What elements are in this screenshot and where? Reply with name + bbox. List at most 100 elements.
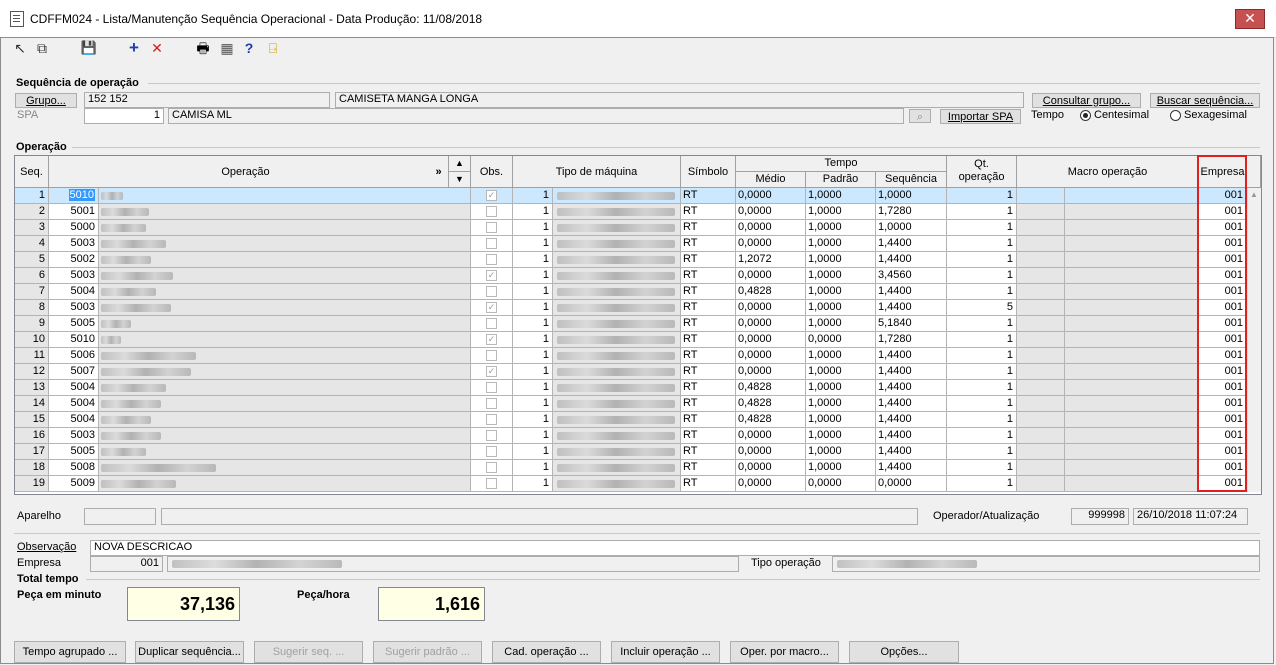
obs-cell[interactable] [471,284,513,300]
header-macro-operacao[interactable]: Macro operação [1017,156,1199,188]
macro-description-cell[interactable] [1065,332,1199,348]
tipo-maquina-description-cell[interactable] [553,428,681,444]
qt-operacao-cell[interactable]: 1 [947,412,1017,428]
operacao-description-cell[interactable] [99,380,471,396]
medio-cell[interactable]: 0,4828 [736,412,806,428]
buscar-sequencia-button[interactable]: Buscar sequência... [1150,93,1260,108]
macro-description-cell[interactable] [1065,316,1199,332]
medio-cell[interactable]: 0,0000 [736,268,806,284]
grid-vertical-scrollbar[interactable]: ▲ [1247,188,1261,492]
padrao-cell[interactable]: 0,0000 [806,332,876,348]
operacao-code-cell[interactable]: 5010 [49,188,99,204]
help-icon[interactable]: ? [242,40,256,56]
tipo-maquina-code-cell[interactable]: 1 [513,364,553,380]
tipo-maquina-description-cell[interactable] [553,476,681,492]
obs-checkbox[interactable] [486,286,497,297]
obs-checkbox[interactable] [486,446,497,457]
table-row[interactable]: 10 5010 ✓ 1 RT 0,0000 0,0000 1,7280 1 00… [15,332,1261,348]
obs-cell[interactable]: ✓ [471,188,513,204]
sexagesimal-radio[interactable] [1170,110,1181,121]
simbolo-cell[interactable]: RT [681,396,736,412]
obs-cell[interactable] [471,348,513,364]
obs-cell[interactable] [471,236,513,252]
operacao-code-cell[interactable]: 5004 [49,412,99,428]
qt-operacao-cell[interactable]: 1 [947,188,1017,204]
header-tipo-maquina[interactable]: Tipo de máquina [513,156,681,188]
operacao-description-cell[interactable] [99,316,471,332]
importar-spa-button[interactable]: Importar SPA [940,109,1021,124]
simbolo-cell[interactable]: RT [681,444,736,460]
scroll-up-icon[interactable]: ▲ [1250,190,1258,199]
qt-operacao-cell[interactable]: 5 [947,300,1017,316]
bottom-button-3[interactable]: Sugerir padrão ... [373,641,482,663]
macro-description-cell[interactable] [1065,188,1199,204]
sequencia-cell[interactable]: 1,4400 [876,348,947,364]
padrao-cell[interactable]: 1,0000 [806,316,876,332]
obs-cell[interactable] [471,396,513,412]
macro-description-cell[interactable] [1065,284,1199,300]
qt-operacao-cell[interactable]: 1 [947,284,1017,300]
macro-code-cell[interactable] [1017,460,1065,476]
calculator-icon[interactable]: ▦ [219,40,235,56]
tipo-maquina-code-cell[interactable]: 1 [513,236,553,252]
sequencia-cell[interactable]: 1,4400 [876,236,947,252]
tipo-maquina-description-cell[interactable] [553,412,681,428]
table-row[interactable]: 8 5003 ✓ 1 RT 0,0000 1,0000 1,4400 5 001 [15,300,1261,316]
bottom-button-0[interactable]: Tempo agrupado ... [14,641,126,663]
header-operacao[interactable]: Operação [49,156,443,188]
export-icon[interactable]: ↖ [12,40,28,56]
operacao-description-cell[interactable] [99,444,471,460]
macro-description-cell[interactable] [1065,348,1199,364]
table-row[interactable]: 19 5009 1 RT 0,0000 0,0000 0,0000 1 001 [15,476,1261,492]
table-row[interactable]: 3 5000 1 RT 0,0000 1,0000 1,0000 1 001 [15,220,1261,236]
tipo-maquina-code-cell[interactable]: 1 [513,204,553,220]
tipo-maquina-description-cell[interactable] [553,204,681,220]
seq-cell[interactable]: 4 [15,236,49,252]
padrao-cell[interactable]: 1,0000 [806,380,876,396]
add-icon[interactable]: + [126,39,142,56]
tipo-maquina-code-cell[interactable]: 1 [513,412,553,428]
tipo-maquina-code-cell[interactable]: 1 [513,428,553,444]
obs-cell[interactable] [471,220,513,236]
operacao-code-cell[interactable]: 5003 [49,236,99,252]
bottom-button-1[interactable]: Duplicar sequência... [135,641,244,663]
operacao-code-cell[interactable]: 5003 [49,300,99,316]
macro-code-cell[interactable] [1017,204,1065,220]
medio-cell[interactable]: 0,0000 [736,476,806,492]
qt-operacao-cell[interactable]: 1 [947,444,1017,460]
macro-code-cell[interactable] [1017,332,1065,348]
simbolo-cell[interactable]: RT [681,332,736,348]
table-row[interactable]: 14 5004 1 RT 0,4828 1,0000 1,4400 1 001 [15,396,1261,412]
padrao-cell[interactable]: 1,0000 [806,412,876,428]
tipo-maquina-code-cell[interactable]: 1 [513,332,553,348]
medio-cell[interactable]: 0,0000 [736,204,806,220]
padrao-cell[interactable]: 1,0000 [806,252,876,268]
bottom-button-7[interactable]: Opções... [849,641,959,663]
sequencia-cell[interactable]: 1,4400 [876,396,947,412]
simbolo-cell[interactable]: RT [681,348,736,364]
tipo-maquina-description-cell[interactable] [553,460,681,476]
qt-operacao-cell[interactable]: 1 [947,268,1017,284]
simbolo-cell[interactable]: RT [681,316,736,332]
operacao-description-cell[interactable] [99,332,471,348]
tipo-maquina-description-cell[interactable] [553,332,681,348]
padrao-cell[interactable]: 1,0000 [806,268,876,284]
operacao-description-cell[interactable] [99,236,471,252]
operacao-description-cell[interactable] [99,348,471,364]
padrao-cell[interactable]: 1,0000 [806,428,876,444]
operacao-code-cell[interactable]: 5003 [49,428,99,444]
tipo-maquina-description-cell[interactable] [553,348,681,364]
macro-description-cell[interactable] [1065,268,1199,284]
seq-cell[interactable]: 1 [15,188,49,204]
operacao-description-cell[interactable] [99,252,471,268]
simbolo-cell[interactable]: RT [681,412,736,428]
obs-cell[interactable] [471,316,513,332]
table-row[interactable]: 4 5003 1 RT 0,0000 1,0000 1,4400 1 001 [15,236,1261,252]
table-row[interactable]: 15 5004 1 RT 0,4828 1,0000 1,4400 1 001 [15,412,1261,428]
padrao-cell[interactable]: 1,0000 [806,204,876,220]
qt-operacao-cell[interactable]: 1 [947,380,1017,396]
sequencia-cell[interactable]: 1,4400 [876,252,947,268]
tipo-maquina-code-cell[interactable]: 1 [513,220,553,236]
obs-cell[interactable] [471,444,513,460]
qt-operacao-cell[interactable]: 1 [947,316,1017,332]
